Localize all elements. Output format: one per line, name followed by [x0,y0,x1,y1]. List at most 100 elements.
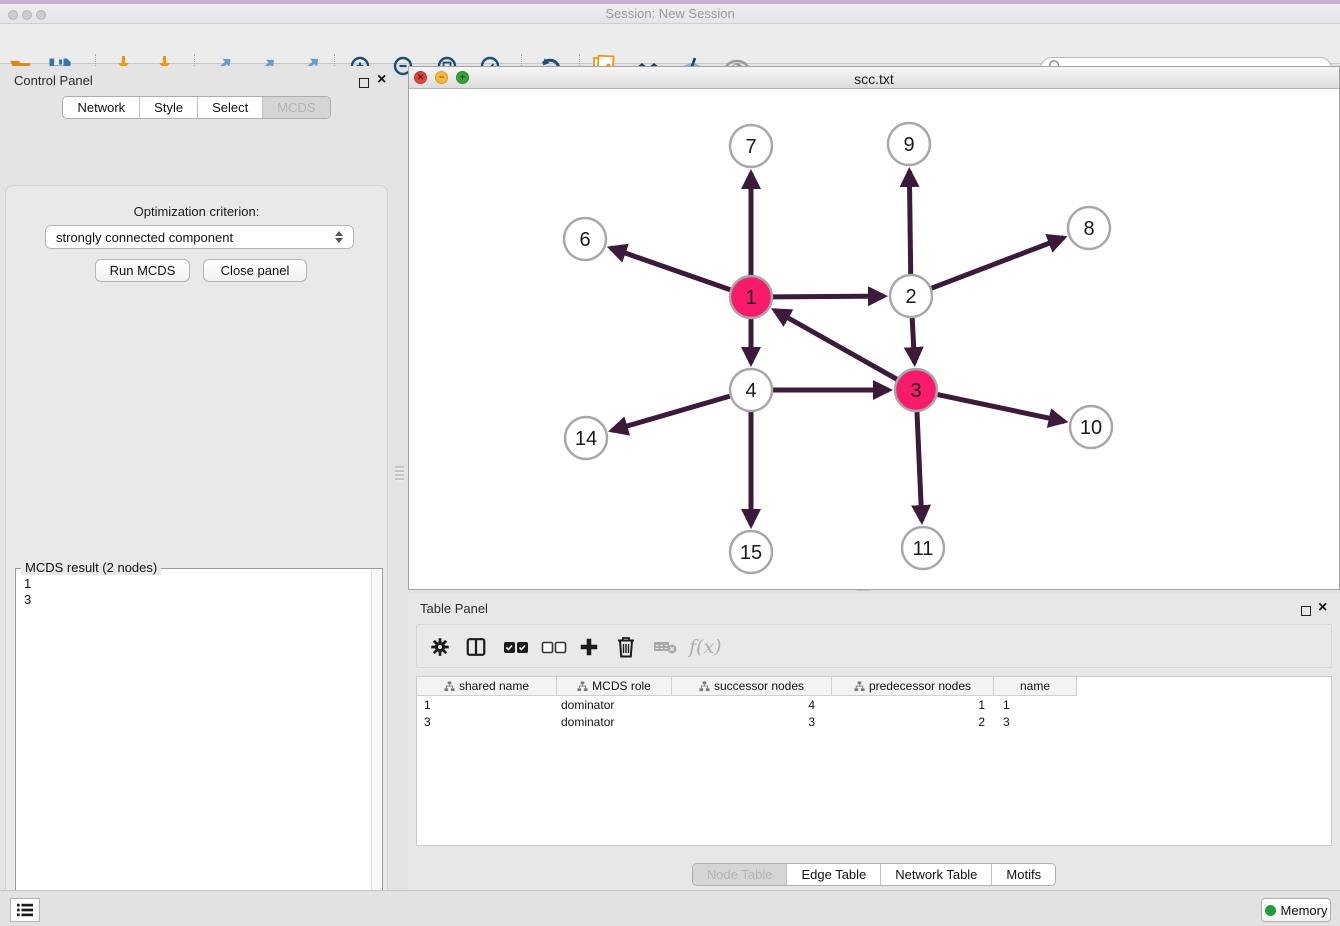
graph-node-15[interactable]: 15 [730,531,772,573]
hierarchy-icon [577,681,588,692]
svg-text:6: 6 [579,229,590,251]
criterion-selected-value: strongly connected component [56,230,233,245]
graph-node-3[interactable]: 3 [895,369,937,411]
graph-node-11[interactable]: 11 [902,527,944,569]
graph-edge-3-10[interactable] [938,395,1065,422]
graph-edge-3-1[interactable] [775,310,897,379]
graph-node-4[interactable]: 4 [730,369,772,411]
tab-network[interactable]: Network [63,97,140,118]
graph-node-14[interactable]: 14 [565,417,607,459]
result-line: 3 [24,592,363,608]
show-columns-icon[interactable] [465,634,487,660]
table-panel-float-icon[interactable] [1301,603,1311,621]
criterion-select[interactable]: strongly connected component [45,225,354,249]
tab-node-table[interactable]: Node Table [693,864,788,885]
result-line: 1 [24,576,363,592]
graph-edge-3-11[interactable] [917,412,922,521]
hierarchy-icon [444,681,455,692]
graph-node-2[interactable]: 2 [890,275,932,317]
column-header-shared-name[interactable]: shared name [417,677,557,696]
network-graph: 7 9 6 8 1 2 4 3 14 10 15 11 [409,89,1339,589]
cell-shared-name[interactable]: 3 [417,713,557,730]
run-mcds-button[interactable]: Run MCDS [95,259,190,282]
cell-predecessor-nodes[interactable]: 2 [832,713,994,730]
delete-table-icon-disabled [653,634,677,660]
deselect-all-icon[interactable] [541,634,567,660]
optimization-criterion-label: Optimization criterion: [6,204,387,219]
window-title: Session: New Session [0,6,1340,21]
graph-edge-1-6[interactable] [610,248,730,290]
table-row[interactable]: 3 dominator 3 2 3 [417,713,1331,730]
memory-button[interactable]: Memory [1261,898,1331,922]
graph-node-6[interactable]: 6 [564,218,606,260]
svg-text:9: 9 [903,134,914,156]
network-window-titlebar[interactable]: ✕ − + scc.txt [409,67,1339,89]
cell-successor-nodes[interactable]: 3 [672,713,832,730]
status-bar: Memory [0,890,1340,926]
column-header-mcds-role[interactable]: MCDS role [557,677,672,696]
table-panel: Table Panel × f(x) shared name [408,594,1340,890]
app-titlebar: Session: New Session [0,0,1340,24]
cell-name[interactable]: 1 [994,696,1077,713]
table-settings-gear-icon[interactable] [429,634,451,660]
cell-shared-name[interactable]: 1 [417,696,557,713]
graph-node-8[interactable]: 8 [1068,207,1110,249]
network-view-window: ✕ − + scc.txt 7 9 6 8 1 2 4 3 14 10 15 11 [408,66,1340,590]
tab-select[interactable]: Select [198,97,263,118]
cell-name[interactable]: 3 [994,713,1077,730]
graph-edge-2-3[interactable] [912,318,914,363]
network-canvas[interactable]: 7 9 6 8 1 2 4 3 14 10 15 11 [409,89,1339,589]
list-icon [16,902,34,918]
cell-mcds-role[interactable]: dominator [557,713,672,730]
tab-edge-table[interactable]: Edge Table [787,864,881,885]
table-row[interactable]: 1 dominator 4 1 1 [417,696,1331,713]
column-header-name[interactable]: name [994,677,1077,696]
hierarchy-icon [854,681,865,692]
tab-style[interactable]: Style [140,97,198,118]
control-panel-close-icon[interactable]: × [377,74,386,86]
mcds-result-text[interactable]: 1 3 [16,572,371,926]
task-history-button[interactable] [10,898,40,922]
svg-text:11: 11 [913,538,934,560]
table-panel-close-icon[interactable]: × [1318,602,1327,614]
mcds-tab-content: Optimization criterion: strongly connect… [5,185,388,926]
tab-mcds[interactable]: MCDS [263,97,329,118]
create-column-plus-icon[interactable] [578,634,600,660]
svg-text:1: 1 [745,287,756,309]
svg-text:15: 15 [740,542,762,564]
mcds-result-box: MCDS result (2 nodes) 1 3 [15,568,383,926]
tab-motifs[interactable]: Motifs [992,864,1055,885]
graph-node-9[interactable]: 9 [888,123,930,165]
control-panel-tabs: Network Style Select MCDS [62,96,330,119]
svg-text:3: 3 [910,380,921,402]
delete-column-trash-icon[interactable] [616,634,636,660]
hierarchy-icon [699,681,710,692]
svg-text:8: 8 [1083,218,1094,240]
memory-label: Memory [1281,903,1328,918]
graph-node-10[interactable]: 10 [1070,406,1112,448]
node-table: shared name MCDS role successor nodes pr… [416,676,1332,846]
svg-text:2: 2 [905,286,916,308]
tab-network-table[interactable]: Network Table [881,864,992,885]
network-window-title: scc.txt [409,71,1339,87]
graph-node-7[interactable]: 7 [730,125,772,167]
select-all-icon[interactable] [503,634,529,660]
graph-edge-2-8[interactable] [932,238,1064,289]
cell-successor-nodes[interactable]: 4 [672,696,832,713]
column-header-predecessor-nodes[interactable]: predecessor nodes [832,677,994,696]
column-header-successor-nodes[interactable]: successor nodes [672,677,832,696]
graph-edge-4-14[interactable] [612,396,730,430]
result-scrollbar[interactable] [371,570,381,926]
vertical-splitter-handle[interactable] [395,466,404,482]
cell-mcds-role[interactable]: dominator [557,696,672,713]
close-panel-button[interactable]: Close panel [203,259,307,282]
control-panel-float-icon[interactable] [359,75,369,93]
control-panel-title: Control Panel [14,73,93,88]
cell-predecessor-nodes[interactable]: 1 [832,696,994,713]
memory-status-dot [1265,905,1276,916]
table-toolbar: f(x) [416,624,1332,668]
svg-text:7: 7 [745,136,756,158]
graph-node-1[interactable]: 1 [730,276,772,318]
graph-edge-2-9[interactable] [909,171,910,274]
graph-edge-1-2[interactable] [773,296,884,297]
